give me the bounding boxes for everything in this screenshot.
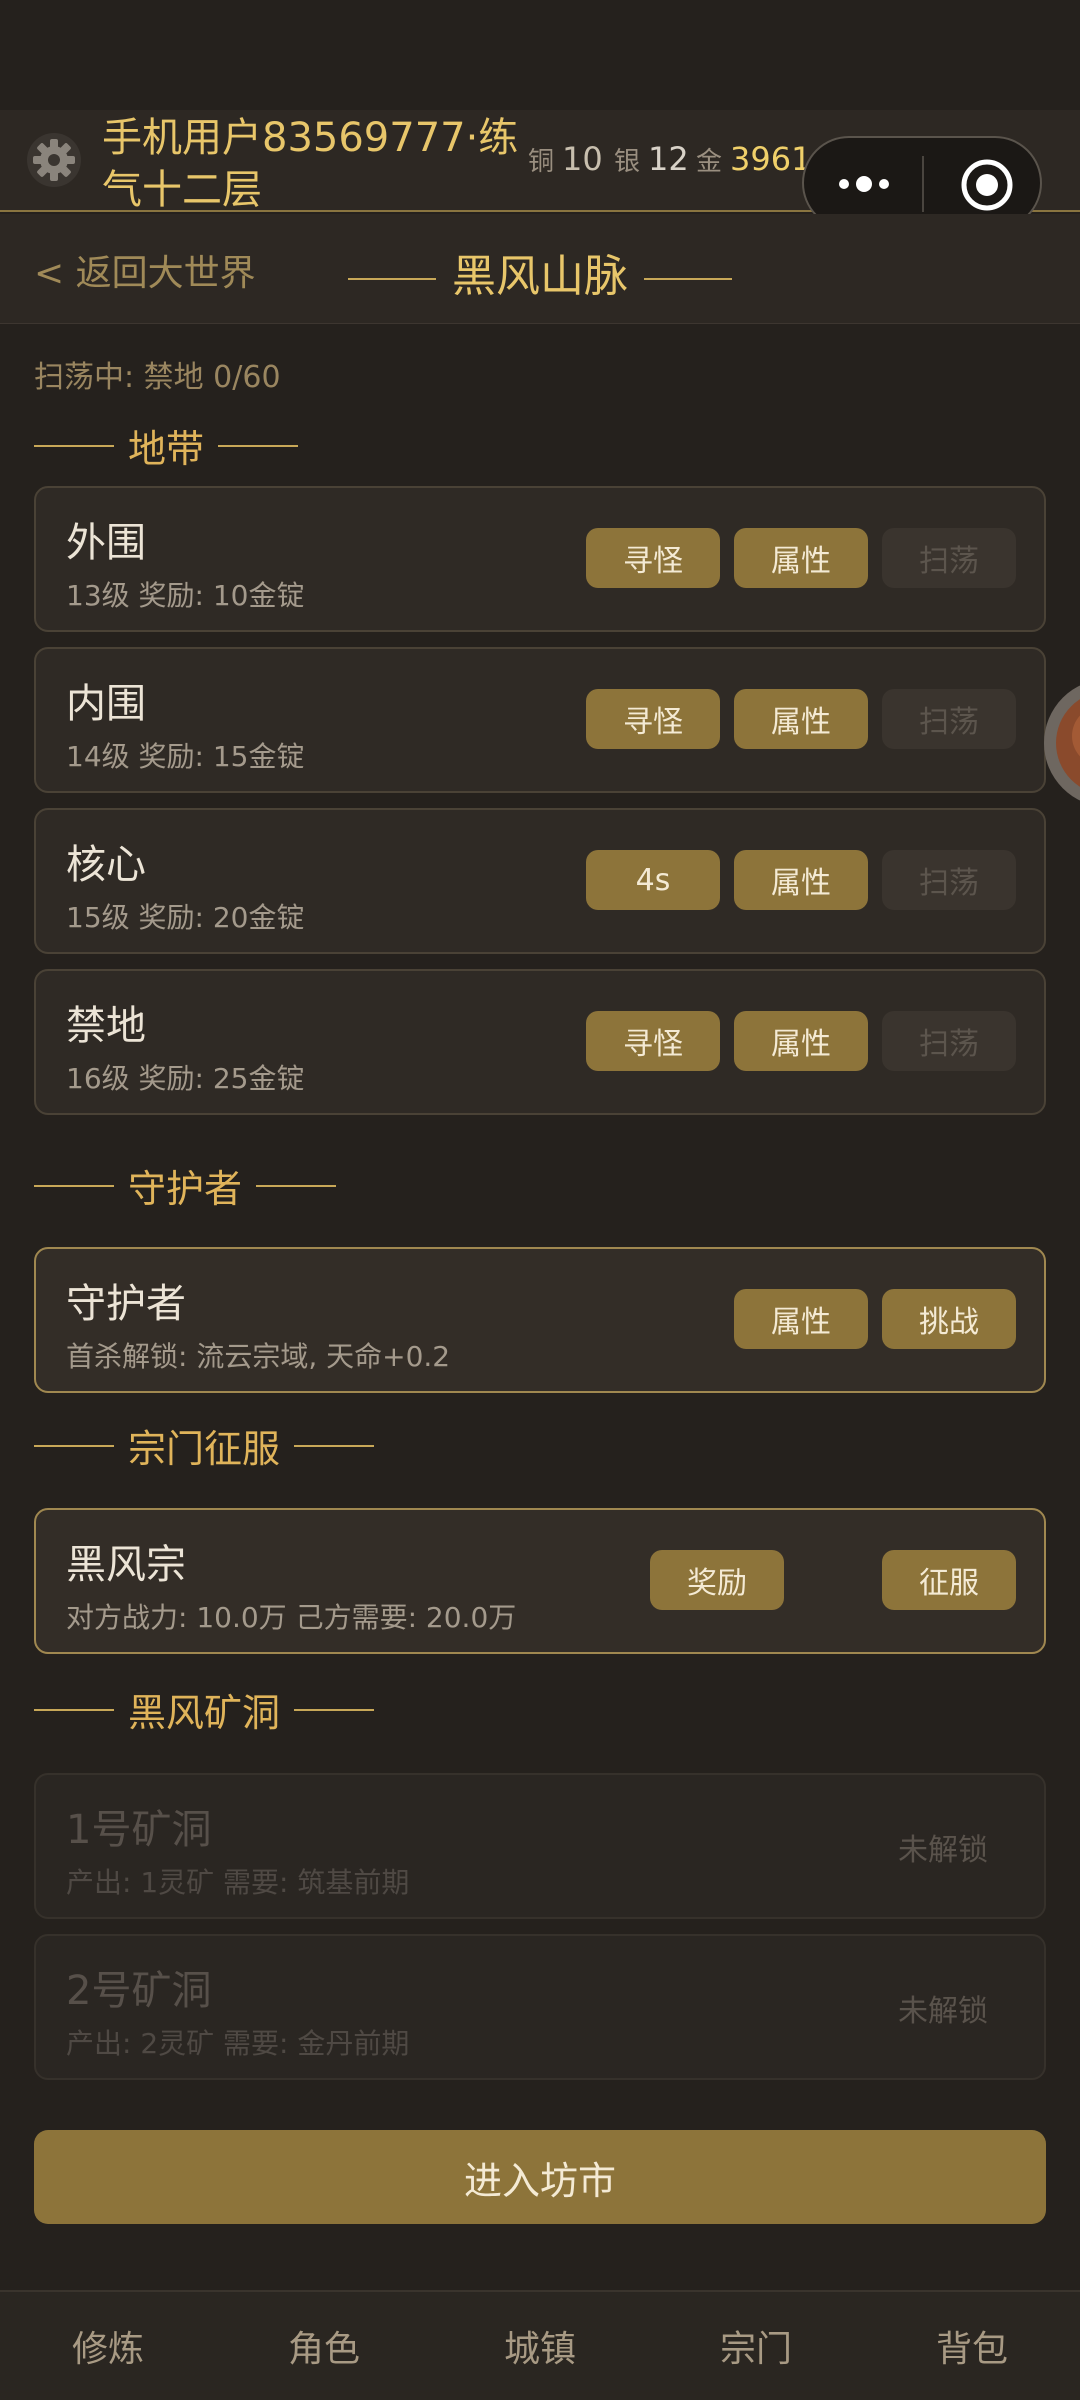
guardian-card: 守护者 首杀解锁: 流云宗域, 天命+0.2 属性 挑战 <box>34 1247 1046 1393</box>
gear-icon[interactable] <box>26 132 82 188</box>
section-sect-conquest: 宗门征服 <box>34 1418 375 1473</box>
more-icon[interactable] <box>834 166 894 202</box>
section-rule <box>34 1444 114 1447</box>
currency-gold: 金 3961 <box>696 140 811 180</box>
guardian-info: 首杀解锁: 流云宗域, 天命+0.2 <box>66 1340 451 1373</box>
currency-value: 10 <box>562 140 603 178</box>
sweep-button[interactable]: 扫荡 <box>882 850 1016 910</box>
attributes-button[interactable]: 属性 <box>734 528 868 588</box>
nav-item-bag[interactable]: 背包 <box>864 2320 1080 2372</box>
mine-card: 2号矿洞 产出: 2灵矿 需要: 金丹前期 未解锁 <box>34 1934 1046 2080</box>
section-title: 宗门征服 <box>128 1427 281 1471</box>
zone-info: 15级 奖励: 20金锭 <box>66 901 305 934</box>
nav-item-cultivate[interactable]: 修炼 <box>0 2320 216 2372</box>
locked-status: 未解锁 <box>898 1833 988 1868</box>
section-rule <box>34 1708 114 1711</box>
challenge-button[interactable]: 挑战 <box>882 1289 1016 1349</box>
mine-info: 产出: 2灵矿 需要: 金丹前期 <box>66 2027 410 2060</box>
currency-label: 银 <box>614 147 641 177</box>
section-title: 守护者 <box>128 1167 243 1211</box>
locked-status: 未解锁 <box>898 1994 988 2029</box>
zone-info: 14级 奖励: 15金锭 <box>66 740 305 773</box>
username: 手机用户83569777·练气十二层 <box>102 115 519 213</box>
sect-card: 黑风宗 对方战力: 10.0万 己方需要: 20.0万 奖励 征服 <box>34 1508 1046 1654</box>
section-rule <box>256 1184 337 1187</box>
section-rule <box>218 444 299 447</box>
title-rule <box>348 278 436 280</box>
sweep-status: 扫荡中: 禁地 0/60 <box>34 360 281 395</box>
attributes-button[interactable]: 属性 <box>734 850 868 910</box>
sect-name: 黑风宗 <box>66 1542 186 1588</box>
sweep-button[interactable]: 扫荡 <box>882 689 1016 749</box>
guardian-name: 守护者 <box>66 1281 186 1327</box>
section-rule <box>294 1444 375 1447</box>
nav-item-sect[interactable]: 宗门 <box>648 2320 864 2372</box>
zone-card: 禁地 16级 奖励: 25金锭 寻怪 属性 扫荡 <box>34 969 1046 1115</box>
screen: 手机用户83569777·练气十二层 铜 10 银 12 金 3961 灵 0 <box>0 0 1080 2400</box>
attributes-button[interactable]: 属性 <box>734 1289 868 1349</box>
section-title: 黑风矿洞 <box>128 1691 281 1735</box>
bottom-nav: 修炼 角色 城镇 宗门 背包 <box>0 2290 1080 2400</box>
hunt-button[interactable]: 寻怪 <box>586 528 720 588</box>
page-title-text: 黑风山脉 <box>452 251 628 302</box>
section-rule <box>34 1184 114 1187</box>
hunt-cooldown-button[interactable]: 4s <box>586 850 720 910</box>
reward-button[interactable]: 奖励 <box>650 1550 784 1610</box>
currency-silver: 银 12 <box>614 140 689 180</box>
section-zones: 地带 <box>34 418 299 473</box>
currency-value: 12 <box>648 140 689 178</box>
zone-info: 16级 奖励: 25金锭 <box>66 1062 305 1095</box>
title-bar: < 返回大世界 黑风山脉 <box>0 214 1080 324</box>
currency-copper: 铜 10 <box>528 140 603 180</box>
nav-item-character[interactable]: 角色 <box>216 2320 432 2372</box>
capsule-divider <box>922 156 924 212</box>
mine-name: 2号矿洞 <box>66 1968 212 2014</box>
section-title: 地带 <box>128 427 205 471</box>
sect-info: 对方战力: 10.0万 己方需要: 20.0万 <box>66 1601 517 1634</box>
zone-name: 核心 <box>66 842 146 888</box>
zone-name: 内围 <box>66 681 146 727</box>
section-rule <box>34 444 114 447</box>
mine-info: 产出: 1灵矿 需要: 筑基前期 <box>66 1866 410 1899</box>
currency-label: 铜 <box>528 147 555 177</box>
enter-market-button[interactable]: 进入坊市 <box>34 2130 1046 2224</box>
zone-info: 13级 奖励: 10金锭 <box>66 579 305 612</box>
section-rule <box>294 1708 375 1711</box>
mine-name: 1号矿洞 <box>66 1807 212 1853</box>
sweep-button[interactable]: 扫荡 <box>882 528 1016 588</box>
section-guardian: 守护者 <box>34 1158 337 1213</box>
zone-card: 核心 15级 奖励: 20金锭 4s 属性 扫荡 <box>34 808 1046 954</box>
nav-item-town[interactable]: 城镇 <box>432 2320 648 2372</box>
title-rule <box>644 278 732 280</box>
zone-card: 外围 13级 奖励: 10金锭 寻怪 属性 扫荡 <box>34 486 1046 632</box>
close-miniprogram-icon[interactable] <box>960 158 1014 212</box>
conquer-button[interactable]: 征服 <box>882 1550 1016 1610</box>
zone-name: 禁地 <box>66 1003 146 1049</box>
sweep-button[interactable]: 扫荡 <box>882 1011 1016 1071</box>
attributes-button[interactable]: 属性 <box>734 1011 868 1071</box>
mine-card: 1号矿洞 产出: 1灵矿 需要: 筑基前期 未解锁 <box>34 1773 1046 1919</box>
hunt-button[interactable]: 寻怪 <box>586 689 720 749</box>
page-title: 黑风山脉 <box>0 240 1080 304</box>
zone-name: 外围 <box>66 520 146 566</box>
zone-card: 内围 14级 奖励: 15金锭 寻怪 属性 扫荡 <box>34 647 1046 793</box>
floating-ball-icon[interactable] <box>1036 678 1080 808</box>
attributes-button[interactable]: 属性 <box>734 689 868 749</box>
currency-label: 金 <box>696 147 723 177</box>
section-mine: 黑风矿洞 <box>34 1682 375 1737</box>
hunt-button[interactable]: 寻怪 <box>586 1011 720 1071</box>
currency-value: 3961 <box>730 140 812 178</box>
